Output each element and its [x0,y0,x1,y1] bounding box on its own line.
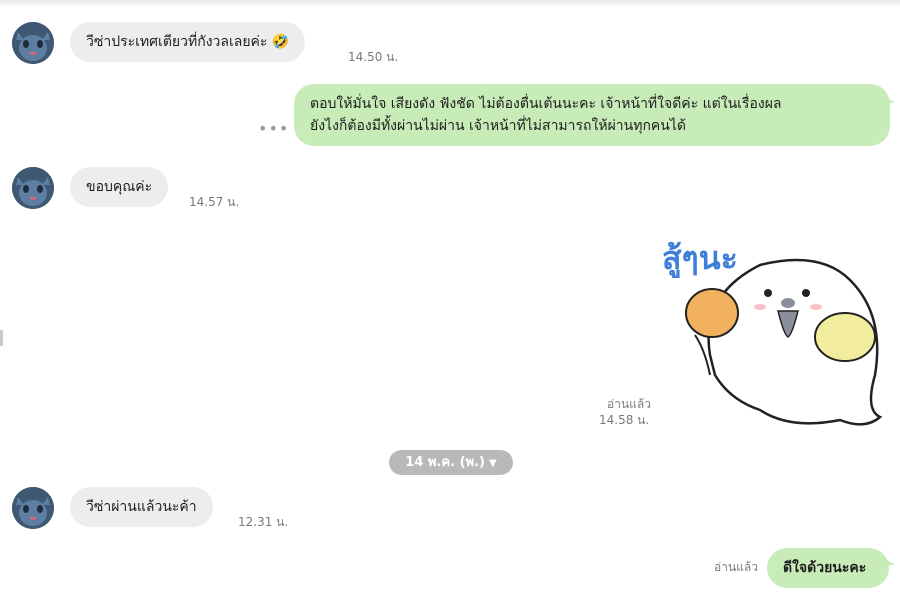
seal-sticker[interactable]: สู้ๆนะ [650,225,890,435]
top-shadow [0,0,900,8]
outgoing-message[interactable]: ตอบให้มั่นใจ เสียงดัง ฟังชัด ไม่ต้องตื่น… [294,84,890,146]
message-text-line-2: ยังไงก็ต้องมีทั้งผ่านไม่ผ่าน เจ้าหน้าที่… [310,118,686,134]
laughing-emoji-icon: 🤣 [271,34,289,50]
contact-avatar[interactable] [12,487,54,529]
contact-avatar[interactable] [12,167,54,209]
incoming-message[interactable]: วีซ่าผ่านแล้วนะค้า [70,487,213,527]
message-time: 14.58 น. [599,413,650,427]
message-text-line-1: ตอบให้มั่นใจ เสียงดัง ฟังชัด ไม่ต้องตื่น… [310,96,782,112]
date-label: 14 พ.ค. (พ.) [405,455,485,470]
scroll-marker[interactable] [0,330,3,346]
sticker-text: สู้ๆนะ [662,239,738,279]
message-text: ขอบคุณค่ะ [86,179,153,195]
message-text: วีซ่าประเทศเตียวที่กังวลเลยค่ะ [86,34,268,50]
incoming-message[interactable]: วีซ่าประเทศเตียวที่กังวลเลยค่ะ 🤣 [70,22,305,62]
message-time: 14.57 น. [189,195,240,209]
more-options-icon[interactable]: ••• [258,119,289,138]
message-text: ดีใจด้วยนะคะ [783,560,867,576]
message-text: วีซ่าผ่านแล้วนะค้า [86,499,197,515]
message-time: 12.31 น. [238,515,289,529]
read-receipt: อ่านแล้ว [714,560,758,574]
message-time: 14.50 น. [348,50,399,64]
bubble-tail-icon [882,554,896,568]
incoming-message[interactable]: ขอบคุณค่ะ [70,167,169,207]
bubble-tail-icon [882,92,896,106]
chevron-down-icon: ▼ [488,458,497,469]
contact-avatar[interactable] [12,22,54,64]
date-divider[interactable]: 14 พ.ค. (พ.) ▼ [389,450,513,475]
outgoing-message[interactable]: ดีใจด้วยนะคะ [767,548,889,588]
